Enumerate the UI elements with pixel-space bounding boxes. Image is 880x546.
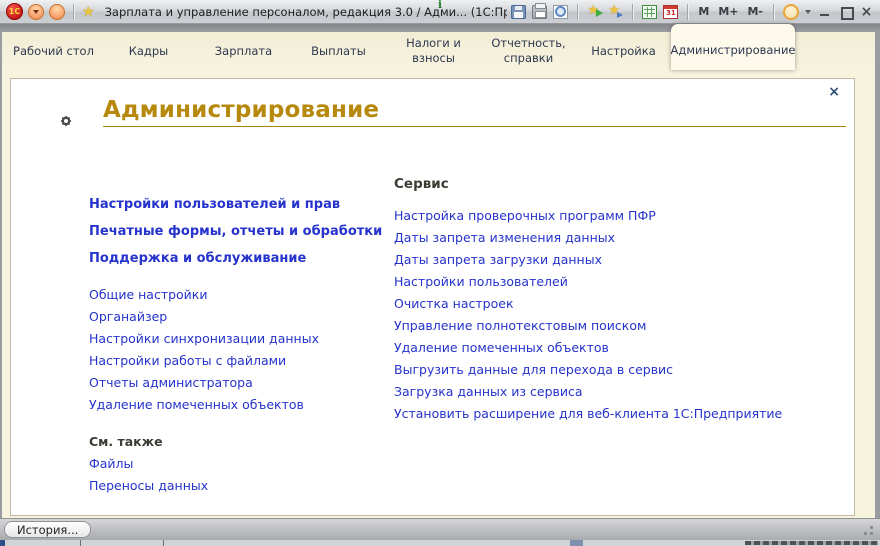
- list-item: Даты запрета изменения данных: [394, 226, 846, 248]
- client-area: × Администрирование Настройк: [2, 70, 875, 518]
- nav-link[interactable]: Настройки пользователей: [394, 274, 568, 289]
- list-item: Поддержка и обслуживание: [89, 244, 394, 271]
- close-icon[interactable]: ×: [828, 85, 840, 99]
- info-icon[interactable]: [783, 4, 799, 20]
- background-fragment: [80, 540, 81, 546]
- resize-grip-icon[interactable]: [861, 523, 873, 535]
- nav-link[interactable]: Настройки пользователей и прав: [89, 197, 340, 212]
- page-title: Администрирование: [103, 97, 846, 123]
- list-item: Настройки пользователей и прав: [89, 190, 394, 217]
- nav-link[interactable]: Выгрузить данные для перехода в сервис: [394, 362, 673, 377]
- tab-label: Кадры: [129, 44, 169, 59]
- minimize-button[interactable]: [817, 5, 832, 19]
- list-item: Органайзер: [89, 305, 394, 327]
- close-window-button[interactable]: ×: [859, 5, 874, 19]
- background-fragment: [163, 540, 164, 546]
- tab-label: Налоги и взносы: [389, 36, 478, 66]
- section-tab[interactable]: Налоги и взносы: [386, 32, 481, 70]
- section-tab[interactable]: Кадры: [101, 32, 196, 70]
- section-tab[interactable]: Рабочий стол: [6, 32, 101, 70]
- administration-panel: × Администрирование Настройк: [10, 78, 855, 516]
- status-bar: История...: [0, 518, 880, 540]
- list-item: Файлы: [89, 452, 394, 474]
- nav-link[interactable]: Даты запрета изменения данных: [394, 230, 615, 245]
- section-tab[interactable]: Выплаты: [291, 32, 386, 70]
- nav-link[interactable]: Управление полнотекстовым поиском: [394, 318, 646, 333]
- background-fragment: [745, 541, 878, 545]
- maximize-button[interactable]: [838, 5, 853, 19]
- nav-link[interactable]: Поддержка и обслуживание: [89, 251, 306, 266]
- nav-link[interactable]: Очистка настроек: [394, 296, 514, 311]
- history-button[interactable]: История...: [4, 521, 91, 538]
- list-item: Управление полнотекстовым поиском: [394, 314, 846, 336]
- tab-label: Рабочий стол: [13, 44, 94, 59]
- primary-links: Настройки пользователей и прав Печатные ф…: [89, 190, 394, 271]
- app-window: 1С ★ Зарплата и управление персоналом, р…: [0, 0, 880, 546]
- service-links: Настройка проверочных программ ПФР Даты з…: [394, 204, 846, 424]
- nav-link[interactable]: Файлы: [89, 456, 133, 471]
- list-item: Настройки работы с файлами: [89, 349, 394, 371]
- list-item: Выгрузить данные для перехода в сервис: [394, 358, 846, 380]
- nav-link[interactable]: Удаление помеченных объектов: [394, 340, 609, 355]
- see-also-header: См. также: [89, 431, 394, 452]
- nav-link[interactable]: Установить расширение для веб-клиента 1С…: [394, 406, 782, 421]
- background-fragment: [570, 540, 583, 546]
- nav-link[interactable]: Органайзер: [89, 309, 167, 324]
- list-item: Общие настройки: [89, 283, 394, 305]
- left-column: Настройки пользователей и прав Печатные ф…: [89, 176, 394, 496]
- tab-label: Настройка: [591, 44, 656, 59]
- nav-link[interactable]: Переносы данных: [89, 478, 208, 493]
- panel-columns: Настройки пользователей и прав Печатные ф…: [59, 176, 846, 496]
- tab-label: Отчетность, справки: [484, 36, 573, 66]
- nav-link[interactable]: Удаление помеченных объектов: [89, 397, 304, 412]
- list-item: Установить расширение для веб-клиента 1С…: [394, 402, 846, 424]
- list-item: Печатные формы, отчеты и обработки: [89, 217, 394, 244]
- list-item: Отчеты администратора: [89, 371, 394, 393]
- section-tab[interactable]: Администрирование: [671, 24, 795, 70]
- section-tab[interactable]: Зарплата: [196, 32, 291, 70]
- title-bar: 1С ★ Зарплата и управление персоналом, р…: [0, 0, 880, 24]
- list-item: Загрузка данных из сервиса: [394, 380, 846, 402]
- section-tabs: Рабочий стол Кадры Зарплата Выплаты Нало…: [2, 32, 875, 70]
- tab-label: Зарплата: [215, 44, 272, 59]
- title-bar-toolbar: 31 MM+M- ×: [511, 4, 874, 20]
- heading-underline: Администрирование: [103, 97, 846, 127]
- secondary-links: Общие настройки Органайзер Настройки синхр…: [89, 283, 394, 415]
- list-item: Удаление помеченных объектов: [394, 336, 846, 358]
- tab-label: Администрирование: [671, 43, 796, 58]
- nav-link[interactable]: Настройки синхронизации данных: [89, 331, 319, 346]
- list-item: Удаление помеченных объектов: [89, 393, 394, 415]
- panel-header: Администрирование: [59, 97, 846, 132]
- list-item: Настройки синхронизации данных: [89, 327, 394, 349]
- list-item: Очистка настроек: [394, 292, 846, 314]
- nav-link[interactable]: Настройка проверочных программ ПФР: [394, 208, 656, 223]
- nav-link[interactable]: Печатные формы, отчеты и обработки: [89, 224, 382, 239]
- right-column: Сервис Настройка проверочных программ ПФ…: [394, 176, 846, 424]
- nav-link[interactable]: Даты запрета загрузки данных: [394, 252, 602, 267]
- section-tab[interactable]: Отчетность, справки: [481, 32, 576, 70]
- nav-link[interactable]: Отчеты администратора: [89, 375, 253, 390]
- gear-icon[interactable]: [59, 113, 73, 132]
- list-item: Даты запрета загрузки данных: [394, 248, 846, 270]
- background-fragment: [0, 540, 5, 546]
- nav-link[interactable]: Общие настройки: [89, 287, 207, 302]
- see-also-links: Файлы Переносы данных: [89, 452, 394, 496]
- service-header: Сервис: [394, 176, 846, 192]
- list-item: Переносы данных: [89, 474, 394, 496]
- tab-label: Выплаты: [311, 44, 366, 59]
- list-item: Настройки пользователей: [394, 270, 846, 292]
- nav-link[interactable]: Настройки работы с файлами: [89, 353, 286, 368]
- nav-link[interactable]: Загрузка данных из сервиса: [394, 384, 583, 399]
- list-item: Настройка проверочных программ ПФР: [394, 204, 846, 226]
- section-tab[interactable]: Настройка: [576, 32, 671, 70]
- background-window-edge: [0, 540, 880, 546]
